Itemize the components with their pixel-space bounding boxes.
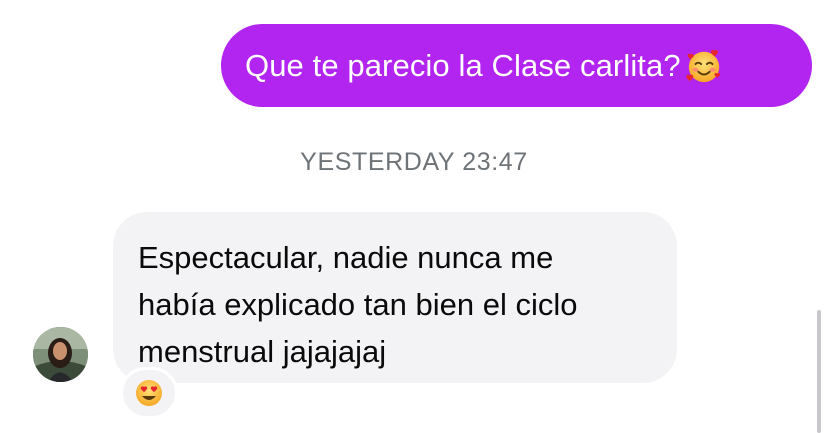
received-message-bubble[interactable]: Espectacular, nadie nunca me había expli…: [113, 212, 677, 383]
avatar[interactable]: [33, 327, 88, 382]
scrollbar[interactable]: [817, 310, 821, 433]
received-message-line: había explicado tan bien el ciclo: [138, 287, 578, 322]
chat-thread: Que te parecio la Clase carlita? YESTERD…: [0, 0, 828, 433]
message-reaction[interactable]: [120, 367, 178, 419]
sent-message-text: Que te parecio la Clase carlita?: [245, 47, 681, 83]
smiling-face-with-hearts-icon: [685, 49, 720, 82]
sent-message-bubble[interactable]: Que te parecio la Clase carlita?: [221, 24, 812, 107]
received-message-line: menstrual jajajajaj: [138, 334, 387, 369]
avatar-photo-icon: [33, 327, 88, 382]
received-message-line: Espectacular, nadie nunca me: [138, 240, 554, 275]
heart-eyes-icon: [136, 380, 162, 406]
message-timestamp: YESTERDAY 23:47: [300, 148, 528, 176]
